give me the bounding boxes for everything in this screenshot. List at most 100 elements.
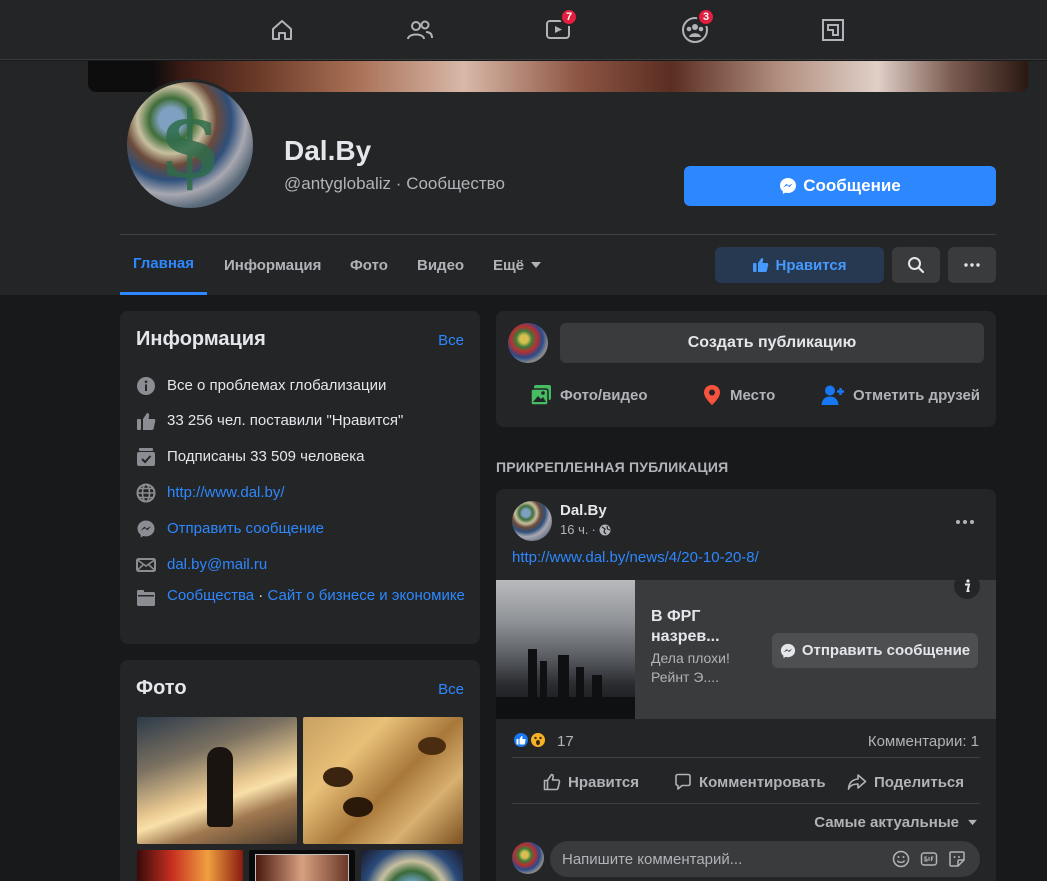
- post-like-button[interactable]: Нравится: [543, 764, 639, 800]
- tab-info[interactable]: Информация: [224, 235, 321, 295]
- commenter-avatar[interactable]: [512, 842, 544, 874]
- photo-bee: [418, 737, 446, 755]
- more-options-button[interactable]: [948, 247, 996, 283]
- link-preview[interactable]: В ФРГ назрев... Дела плохи! Рейнт Э.... …: [496, 573, 996, 719]
- groups-badge: 3: [697, 8, 716, 26]
- info-row-categories: Сообщества · Сайт о бизнесе и экономике: [136, 586, 466, 608]
- message-button[interactable]: Сообщение: [684, 166, 996, 206]
- composer-location-button[interactable]: Место: [702, 381, 775, 409]
- info-row-followers: Подписаны 33 509 человека: [136, 447, 466, 467]
- post-share-label: Поделиться: [874, 773, 965, 791]
- page-avatar[interactable]: $: [124, 79, 256, 211]
- comment-input[interactable]: Напишите комментарий...: [550, 841, 980, 877]
- gif-icon[interactable]: [920, 850, 938, 868]
- watch-icon[interactable]: 7: [538, 8, 579, 50]
- post-url-link[interactable]: http://www.dal.by/news/4/20-10-20-8/: [512, 549, 759, 566]
- post-options-button[interactable]: [956, 511, 974, 529]
- tab-photos[interactable]: Фото: [350, 235, 388, 295]
- search-icon: [908, 257, 925, 274]
- tab-home[interactable]: Главная: [120, 235, 207, 295]
- page-subtitle: @antyglobaliz · Сообщество: [284, 174, 505, 194]
- thumbs-up-icon: [136, 411, 156, 431]
- post-share-button[interactable]: Поделиться: [847, 764, 964, 800]
- photo-inner-frame: [255, 854, 349, 881]
- caret-down-icon: [968, 819, 977, 826]
- pinned-post-card: Dal.By 16 ч. · http://www.dal.by/news/4/…: [496, 489, 996, 881]
- follow-check-icon: [136, 447, 156, 467]
- post-comment-label: Комментировать: [699, 773, 826, 791]
- page-like-button[interactable]: Нравится: [715, 247, 884, 283]
- tab-videos[interactable]: Видео: [417, 235, 464, 295]
- category-separator: ·: [254, 587, 268, 604]
- info-row-followers-text: Подписаны 33 509 человека: [167, 448, 365, 465]
- post-meta: 16 ч. ·: [560, 522, 611, 537]
- photo-runner-silhouette: [207, 747, 233, 827]
- email-link[interactable]: dal.by@mail.ru: [167, 555, 267, 574]
- tag-friends-icon: [821, 385, 844, 405]
- emoji-icon[interactable]: [892, 850, 910, 868]
- composer-location-label: Место: [730, 386, 776, 404]
- gaming-icon[interactable]: [813, 10, 853, 50]
- info-row-message: Отправить сообщение: [136, 519, 466, 539]
- post-time[interactable]: 16 ч.: [560, 522, 588, 537]
- tab-more[interactable]: Ещё: [493, 235, 542, 295]
- photo-thumbnail-4[interactable]: [249, 850, 355, 881]
- link-preview-description: Дела плохи! Рейнт Э....: [651, 650, 730, 685]
- info-row-likes-text: 33 256 чел. поставили "Нравится": [167, 412, 404, 429]
- page-category[interactable]: Сообщество: [406, 174, 505, 193]
- photos-card-title: Фото: [136, 677, 187, 699]
- home-icon[interactable]: [262, 10, 302, 50]
- like-reaction-icon[interactable]: [512, 731, 530, 749]
- globe-icon: [136, 483, 156, 503]
- category-link-business[interactable]: Сайт о бизнесе и экономике: [267, 587, 464, 604]
- post-divider: [512, 803, 980, 804]
- photo-bee: [323, 767, 353, 787]
- photo-thumbnail-5[interactable]: [361, 850, 463, 881]
- sticker-icon[interactable]: [948, 850, 966, 868]
- search-button[interactable]: [892, 247, 940, 283]
- photo-thumbnail-3[interactable]: [137, 850, 243, 881]
- info-card: Информация Все Все о проблемах глобализа…: [120, 311, 480, 644]
- composer-tag-friends-button[interactable]: Отметить друзей: [821, 381, 980, 409]
- composer-avatar[interactable]: [508, 323, 548, 363]
- link-preview-image[interactable]: [496, 580, 635, 719]
- comment-input-tools: [892, 850, 966, 868]
- post-like-label: Нравится: [568, 773, 640, 791]
- separator-dot: ·: [395, 174, 402, 193]
- post-comment-button[interactable]: Комментировать: [674, 764, 826, 800]
- category-icon: [136, 588, 156, 608]
- photo-thumbnail-bees[interactable]: [303, 717, 463, 844]
- preview-send-message-label: Отправить сообщение: [801, 642, 971, 659]
- photos-see-all-link[interactable]: Все: [438, 681, 464, 698]
- post-author-name[interactable]: Dal.By: [560, 502, 607, 519]
- info-badge-button[interactable]: [954, 573, 980, 599]
- envelope-icon: [136, 555, 156, 575]
- post-meta-dot: ·: [591, 522, 596, 537]
- watch-badge: 7: [560, 8, 579, 26]
- send-message-link[interactable]: Отправить сообщение: [167, 519, 324, 538]
- thumbs-up-outline-icon: [543, 773, 561, 791]
- comment-input-placeholder: Напишите комментарий...: [562, 850, 743, 868]
- share-icon: [847, 774, 867, 790]
- comment-sort-dropdown[interactable]: Самые актуальные: [814, 814, 978, 831]
- wow-reaction-icon[interactable]: [529, 731, 547, 749]
- info-icon: [136, 376, 156, 396]
- category-link-communities[interactable]: Сообщества: [167, 587, 254, 604]
- composer-photo-video-button[interactable]: Фото/видео: [530, 381, 648, 409]
- comment-sort-label: Самые актуальные: [814, 814, 959, 831]
- groups-icon[interactable]: 3: [675, 8, 716, 50]
- friends-icon[interactable]: [400, 10, 440, 50]
- info-see-all-link[interactable]: Все: [438, 332, 464, 349]
- message-button-label: Сообщение: [803, 176, 901, 195]
- info-icon: [965, 579, 971, 592]
- info-row-about: Все о проблемах глобализации: [136, 376, 466, 396]
- create-post-button[interactable]: Создать публикацию: [560, 323, 984, 363]
- comment-icon: [675, 773, 691, 790]
- preview-send-message-button[interactable]: Отправить сообщение: [772, 633, 978, 668]
- post-author-avatar[interactable]: [512, 501, 552, 541]
- website-link[interactable]: http://www.dal.by/: [167, 483, 285, 502]
- photo-thumbnail-runner[interactable]: [137, 717, 297, 844]
- reactions-count[interactable]: 17: [557, 733, 574, 750]
- comments-count[interactable]: Комментарии: 1: [868, 733, 979, 750]
- info-card-title: Информация: [136, 328, 266, 350]
